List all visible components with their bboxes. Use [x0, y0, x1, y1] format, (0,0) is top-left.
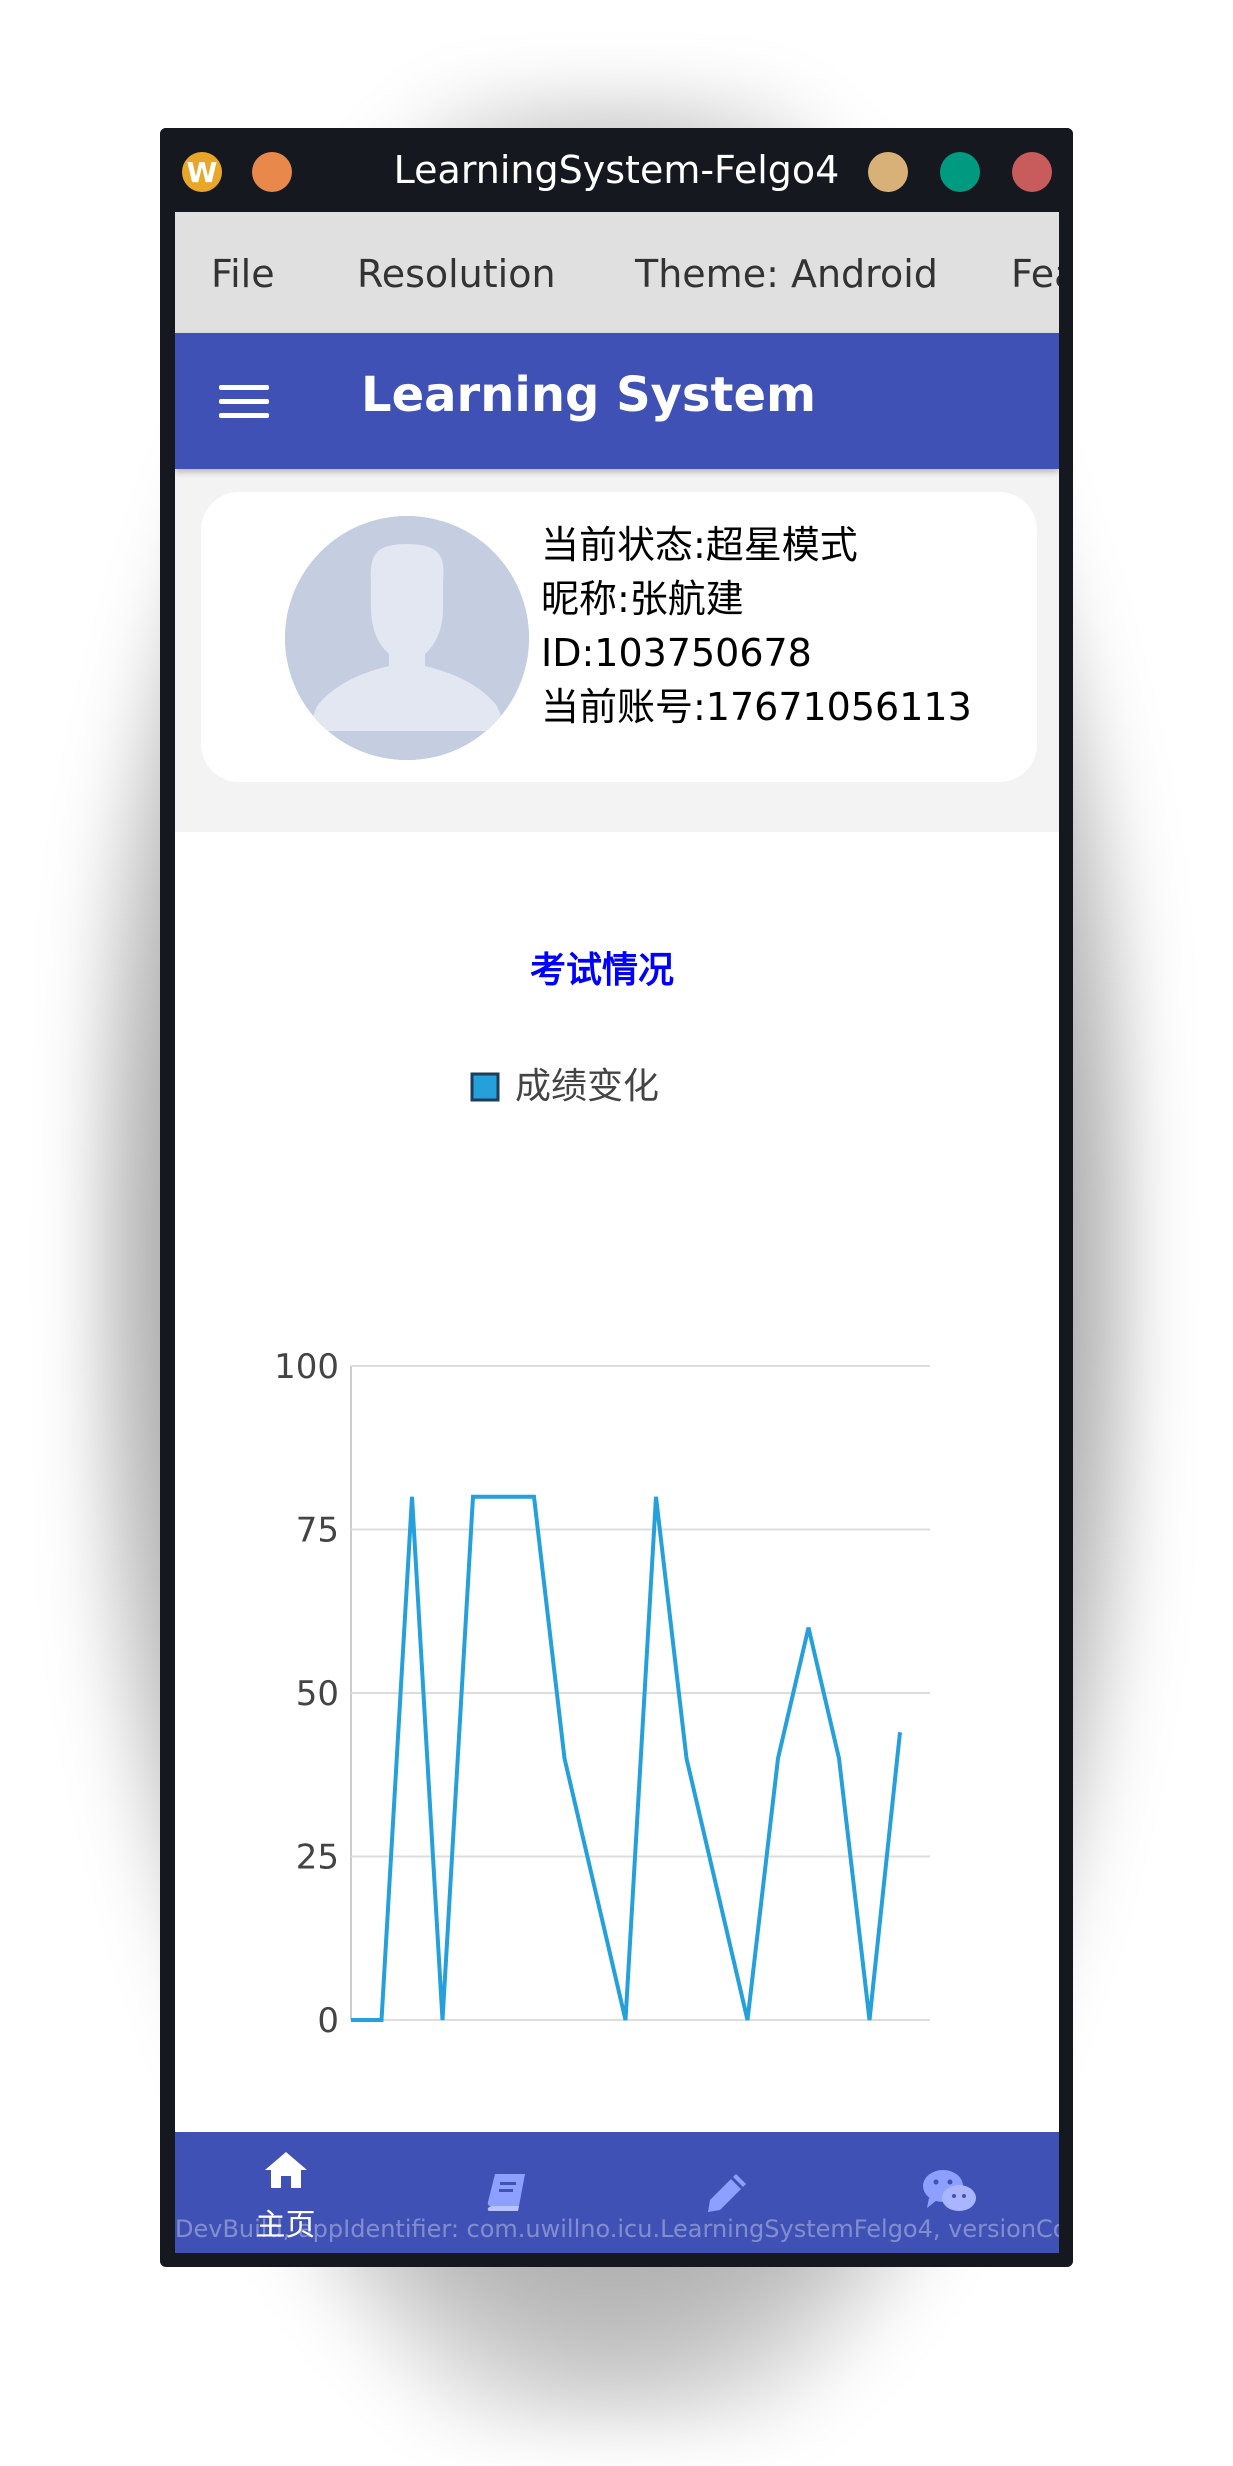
user-id-text: ID:103750678: [541, 631, 812, 675]
account-text: 当前账号:17671056113: [541, 685, 972, 729]
series-line-成绩变化: [351, 1494, 902, 2022]
exam-line-chart: 考试情况 成绩变化 100 75 50 25 0: [274, 950, 930, 2041]
y-tick-label: 100: [274, 1347, 339, 1387]
close-button[interactable]: [1012, 152, 1052, 192]
y-tick-label: 75: [296, 1511, 339, 1551]
y-tick-label: 25: [296, 1838, 339, 1878]
title-bar[interactable]: W LearningSystem-Felgo4: [160, 128, 1073, 212]
legend-label: 成绩变化: [515, 1066, 659, 1107]
menu-bar: File Resolution Theme: Android Fea: [175, 212, 1059, 333]
app-content: File Resolution Theme: Android Fea Learn…: [175, 212, 1059, 2253]
chart-title: 考试情况: [530, 950, 674, 991]
y-tick-label: 0: [317, 2001, 339, 2041]
bottom-nav: 主页 DevBuild, appIdentifier: com.uwillno.…: [175, 2132, 1059, 2253]
devbuild-footer: DevBuild, appIdentifier: com.uwillno.icu…: [175, 2215, 1059, 2243]
page-title: Learning System: [361, 367, 817, 423]
menu-features[interactable]: Fea: [1011, 252, 1059, 296]
wechat-icon: [922, 2170, 976, 2211]
y-tick-label: 50: [296, 1674, 339, 1714]
book-icon: [487, 2174, 525, 2211]
status-text: 当前状态:超星模式: [541, 523, 858, 567]
window-title: LearningSystem-Felgo4: [393, 148, 840, 192]
home-icon: [264, 2152, 307, 2188]
menu-file[interactable]: File: [211, 252, 275, 296]
nickname-text: 昵称:张航建: [541, 577, 744, 621]
menu-resolution[interactable]: Resolution: [357, 252, 556, 296]
legend-swatch: [470, 1072, 500, 1102]
pencil-icon: [707, 2174, 746, 2212]
profile-info: 当前状态:超星模式 昵称:张航建 ID:103750678 当前账号:17671…: [541, 518, 972, 734]
minimize-button[interactable]: [868, 152, 908, 192]
menu-theme[interactable]: Theme: Android: [635, 252, 938, 296]
user-silhouette-icon: [285, 516, 529, 760]
profile-card: 当前状态:超星模式 昵称:张航建 ID:103750678 当前账号:17671…: [201, 492, 1037, 782]
app-bar: Learning System: [175, 333, 1059, 469]
hamburger-menu-icon[interactable]: [219, 385, 269, 421]
maximize-button[interactable]: [940, 152, 980, 192]
exam-chart-panel: 考试情况 成绩变化 100 75 50 25 0: [175, 832, 1059, 2132]
app-window: W LearningSystem-Felgo4 File Resolution …: [160, 128, 1073, 2267]
avatar[interactable]: [285, 516, 529, 760]
